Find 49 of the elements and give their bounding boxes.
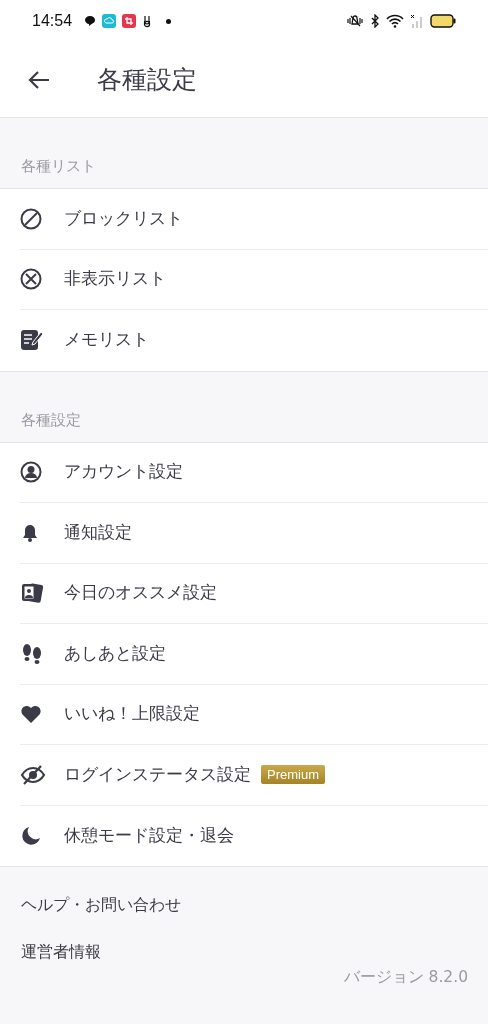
memo-pen-icon [20,329,44,352]
status-time: 14:54 [32,12,73,30]
footprints-icon [20,642,44,665]
page-title: 各種設定 [97,64,197,96]
item-label: メモリスト [64,329,149,352]
settings-item[interactable]: あしあと設定 [20,624,488,685]
account-icon [20,461,42,484]
settings-item[interactable]: いいね！上限設定 [20,684,488,745]
item-label: 非表示リスト [64,268,166,291]
item-label: 通知設定 [64,521,132,544]
item-label: アカウント設定 [64,461,183,484]
bell-icon [20,522,40,543]
section-title: 各種リスト [21,157,96,176]
chat-bubble-icon [84,15,97,27]
cloud-app-icon [102,14,117,28]
rabbit-icon [142,14,153,28]
wifi-icon [386,14,404,28]
item-label: いいね！上限設定 [64,703,200,726]
item-label: 休憩モード設定・退会 [64,824,234,847]
item-label: 今日のオススメ設定 [64,582,217,605]
item-label: ログインステータス設定 [64,763,251,786]
settings-item[interactable]: アカウント設定 [20,442,488,503]
prohibited-icon [20,207,42,230]
crop-app-icon [122,14,137,28]
section-title: 各種設定 [21,410,81,430]
settings-item[interactable]: ログインステータス設定 Premium [20,745,488,806]
vibrate-icon [346,14,364,28]
heart-icon [20,704,42,725]
version-text: バージョン 8.2.0 [343,967,468,988]
back-arrow-icon[interactable] [27,69,51,90]
settings-item[interactable]: 休憩モード設定・退会 [20,805,488,866]
settings-item[interactable]: 今日のオススメ設定 [20,563,488,624]
settings-item[interactable]: 非表示リスト [20,249,488,310]
footer-link[interactable]: ヘルプ・お問い合わせ [21,895,181,916]
settings-item[interactable]: ブロックリスト [20,189,488,250]
circle-x-icon [20,268,42,291]
crescent-moon-icon [20,824,42,847]
settings-item[interactable]: 通知設定 [20,503,488,564]
bluetooth-icon [370,14,380,28]
eye-slash-icon [20,763,46,786]
photo-cards-icon [20,582,44,605]
premium-badge: Premium [261,765,325,785]
item-label: あしあと設定 [64,642,166,665]
settings-item[interactable]: メモリスト [20,310,488,371]
signal-icon [410,14,424,28]
notification-dot-icon [166,18,172,24]
battery-icon [430,14,456,28]
item-label: ブロックリスト [64,207,183,230]
footer-link[interactable]: 運営者情報 [21,942,101,963]
